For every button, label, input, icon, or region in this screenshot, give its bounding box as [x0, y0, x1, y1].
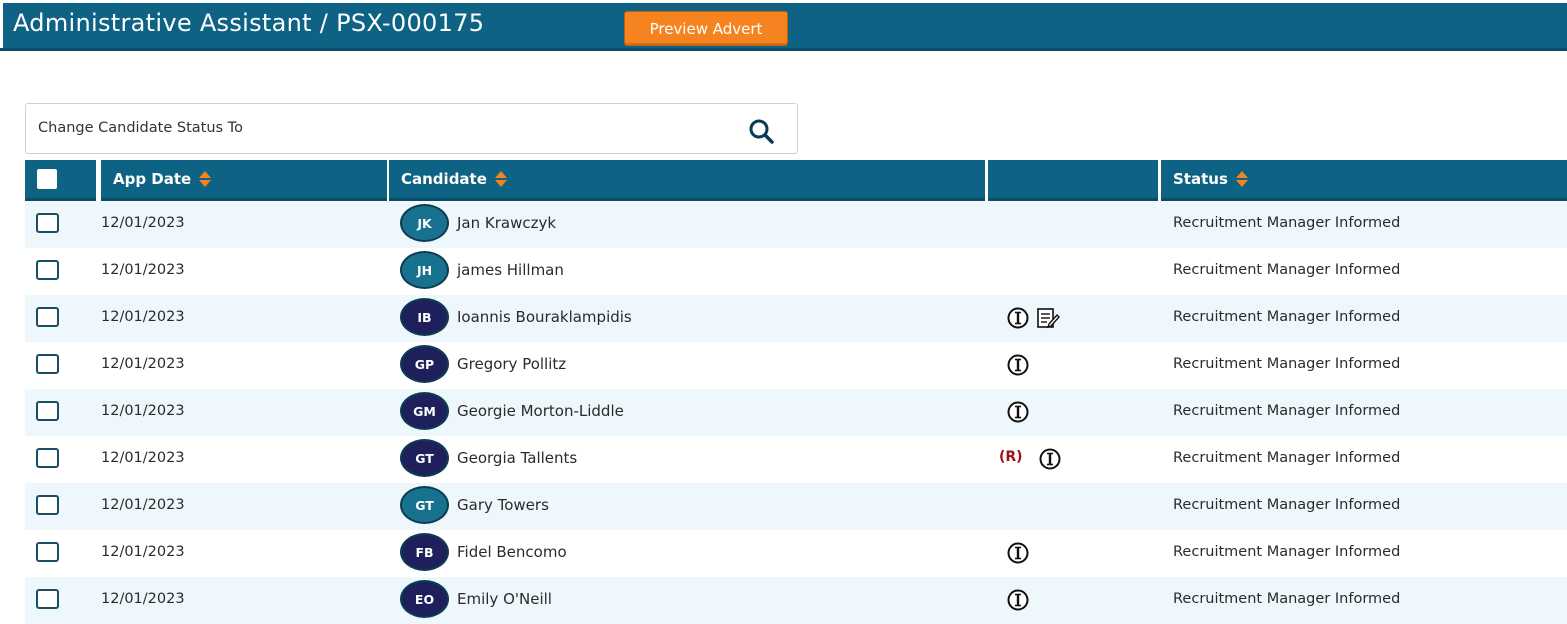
table-row[interactable]: 12/01/2023 GP Gregory Pollitz Recruitment M… — [25, 342, 1567, 389]
candidate-name[interactable]: Gregory Pollitz — [457, 355, 566, 373]
avatar[interactable]: GP — [400, 345, 449, 383]
app-date: 12/01/2023 — [101, 450, 185, 466]
candidate-status: Recruitment Manager Informed — [1173, 262, 1401, 278]
avatar[interactable]: JH — [400, 251, 449, 289]
sort-icon — [1235, 171, 1248, 187]
change-status-search[interactable]: Change Candidate Status To — [25, 103, 798, 154]
avatar[interactable]: GM — [400, 392, 449, 430]
app-date: 12/01/2023 — [101, 309, 185, 325]
info-icon[interactable] — [1006, 542, 1030, 564]
row-checkbox[interactable] — [36, 354, 59, 374]
table-header: App Date Candidate Status — [25, 160, 1567, 201]
table-row[interactable]: 12/01/2023 IB Ioannis Bouraklampidis Recrui… — [25, 295, 1567, 342]
column-candidate[interactable]: Candidate — [389, 160, 985, 201]
candidate-name[interactable]: Georgie Morton-Liddle — [457, 402, 624, 420]
candidate-status: Recruitment Manager Informed — [1173, 544, 1401, 560]
info-icon[interactable] — [1006, 589, 1030, 611]
candidate-status: Recruitment Manager Informed — [1173, 591, 1401, 607]
info-icon[interactable] — [1006, 401, 1030, 423]
column-flags — [988, 160, 1158, 201]
app-date: 12/01/2023 — [101, 262, 185, 278]
column-status[interactable]: Status — [1161, 160, 1567, 201]
row-checkbox[interactable] — [36, 542, 59, 562]
avatar[interactable]: FB — [400, 533, 449, 571]
row-checkbox[interactable] — [36, 495, 59, 515]
change-status-label: Change Candidate Status To — [38, 120, 243, 136]
header-divider — [0, 48, 1567, 51]
column-app-date[interactable]: App Date — [101, 160, 387, 201]
row-checkbox[interactable] — [36, 307, 59, 327]
avatar[interactable]: EO — [400, 580, 449, 618]
avatar[interactable]: IB — [400, 298, 449, 336]
app-date: 12/01/2023 — [101, 497, 185, 513]
row-checkbox[interactable] — [36, 213, 59, 233]
row-checkbox[interactable] — [36, 260, 59, 280]
sort-icon — [494, 171, 507, 187]
table-row[interactable]: 12/01/2023 GM Georgie Morton-Liddle Recruit… — [25, 389, 1567, 436]
candidate-status: Recruitment Manager Informed — [1173, 215, 1401, 231]
candidate-name[interactable]: Georgia Tallents — [457, 449, 577, 467]
select-all-checkbox[interactable] — [37, 169, 57, 189]
search-icon[interactable] — [747, 117, 775, 145]
app-date: 12/01/2023 — [101, 356, 185, 372]
candidate-status: Recruitment Manager Informed — [1173, 309, 1401, 325]
candidate-status: Recruitment Manager Informed — [1173, 497, 1401, 513]
app-date: 12/01/2023 — [101, 403, 185, 419]
info-icon[interactable] — [1038, 448, 1062, 470]
candidate-name[interactable]: Emily O'Neill — [457, 590, 552, 608]
column-candidate-label: Candidate — [401, 170, 487, 188]
column-app-date-label: App Date — [113, 170, 192, 188]
table-row[interactable]: 12/01/2023 GT Gary Towers Recruitment Manag… — [25, 483, 1567, 530]
row-checkbox[interactable] — [36, 589, 59, 609]
table-row[interactable]: 12/01/2023 FB Fidel Bencomo Recruitment Man… — [25, 530, 1567, 577]
page-header: Administrative Assistant / PSX-000175 Pr… — [0, 0, 1567, 48]
preview-advert-button[interactable]: Preview Advert — [624, 11, 788, 46]
sort-icon — [199, 171, 212, 187]
info-icon[interactable] — [1006, 354, 1030, 376]
table-row[interactable]: 12/01/2023 EO Emily O'Neill Recruitment Man… — [25, 577, 1567, 624]
candidate-name[interactable]: Jan Krawczyk — [457, 214, 556, 232]
app-date: 12/01/2023 — [101, 544, 185, 560]
avatar[interactable]: GT — [400, 486, 449, 524]
column-status-label: Status — [1173, 170, 1228, 188]
table-row[interactable]: 12/01/2023 GT Georgia Tallents (R) Recruitme… — [25, 436, 1567, 483]
page-title: Administrative Assistant / PSX-000175 — [13, 9, 485, 37]
avatar[interactable]: JK — [400, 204, 449, 242]
candidate-name[interactable]: Fidel Bencomo — [457, 543, 567, 561]
candidate-status: Recruitment Manager Informed — [1173, 403, 1401, 419]
app-date: 12/01/2023 — [101, 215, 185, 231]
candidate-status: Recruitment Manager Informed — [1173, 450, 1401, 466]
header-select-cell — [25, 160, 96, 201]
candidate-name[interactable]: Gary Towers — [457, 496, 549, 514]
table-row[interactable]: 12/01/2023 JH james Hillman Recruitment Man… — [25, 248, 1567, 295]
candidate-name[interactable]: Ioannis Bouraklampidis — [457, 308, 632, 326]
avatar[interactable]: GT — [400, 439, 449, 477]
candidate-name[interactable]: james Hillman — [457, 261, 564, 279]
notes-icon[interactable] — [1036, 307, 1060, 329]
info-icon[interactable] — [1006, 307, 1030, 329]
app-date: 12/01/2023 — [101, 591, 185, 607]
row-checkbox[interactable] — [36, 401, 59, 421]
candidate-status: Recruitment Manager Informed — [1173, 356, 1401, 372]
r-flag: (R) — [999, 449, 1023, 465]
row-checkbox[interactable] — [36, 448, 59, 468]
table-row[interactable]: 12/01/2023 JK Jan Krawczyk Recruitment Mana… — [25, 201, 1567, 248]
